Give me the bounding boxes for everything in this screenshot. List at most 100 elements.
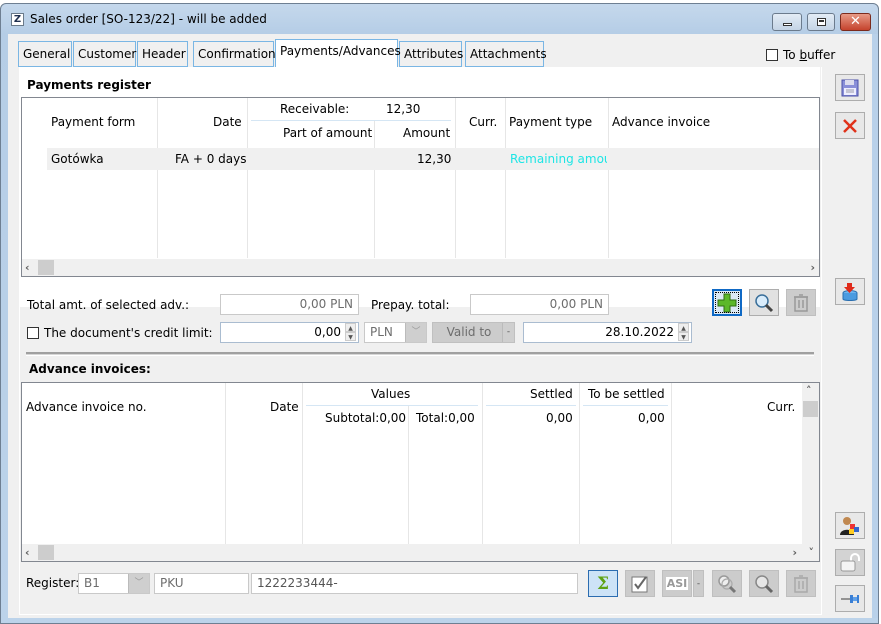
magnifier-icon: [755, 574, 774, 593]
import-button[interactable]: [835, 278, 865, 305]
tab-general[interactable]: General: [18, 41, 72, 67]
user-switch-button[interactable]: [835, 512, 865, 539]
settled-sum: 0,00: [546, 411, 573, 425]
asi-dropdown-button[interactable]: -: [693, 570, 704, 597]
restore-button[interactable]: [807, 13, 835, 31]
section-separator: [26, 352, 814, 356]
to-be-settled-sum: 0,00: [638, 411, 665, 425]
padlock-open-icon: [840, 552, 860, 571]
col-adv-currency[interactable]: Curr.: [767, 400, 795, 414]
col-adv-date[interactable]: Date: [270, 400, 299, 414]
credit-limit-spinner[interactable]: ▲ ▼: [345, 323, 356, 342]
tab-attributes[interactable]: Attributes: [399, 41, 463, 67]
col-payment-type[interactable]: Payment type: [509, 115, 592, 129]
delete-button-bottom[interactable]: [786, 570, 816, 597]
tab-header[interactable]: Header: [137, 41, 188, 67]
plus-icon: [717, 293, 737, 312]
col-advance-invoice[interactable]: Advance invoice: [612, 115, 710, 129]
valid-to-dropdown-icon[interactable]: -: [502, 323, 514, 342]
col-date[interactable]: Date: [213, 115, 242, 129]
chevron-down-icon[interactable]: ﹀: [128, 574, 149, 593]
dropdown-icon: -: [696, 578, 701, 589]
advance-horizontal-scrollbar[interactable]: ‹ › ˅: [22, 544, 819, 561]
register-label: Register:: [26, 576, 80, 590]
payments-horizontal-scrollbar[interactable]: ‹ ›: [22, 259, 819, 276]
scroll-left-icon[interactable]: ‹: [25, 544, 30, 561]
pin-button[interactable]: [835, 585, 865, 612]
scroll-right-icon[interactable]: ›: [810, 259, 815, 276]
prepay-total-label: Prepay. total:: [371, 298, 450, 312]
sum-button[interactable]: Σ: [588, 570, 618, 597]
payments-advances-panel: Payments register Payment form Date Rece…: [19, 67, 822, 615]
preview-button-bottom[interactable]: [749, 570, 779, 597]
credit-limit-checkbox[interactable]: The document's credit limit:: [27, 326, 213, 340]
scroll-down-icon[interactable]: ˅: [809, 544, 815, 561]
minimize-button[interactable]: [772, 13, 802, 31]
app-logo-icon: Z: [11, 13, 24, 26]
valid-to-date-input[interactable]: 28.10.2022 ▲ ▼: [523, 322, 692, 343]
prepay-total-field: 0,00 PLN: [470, 294, 609, 315]
col-advance-invoice-no[interactable]: Advance invoice no.: [26, 400, 147, 414]
col-settled[interactable]: Settled: [530, 387, 573, 401]
col-to-be-settled[interactable]: To be settled: [588, 387, 665, 401]
total-selected-field: 0,00 PLN: [220, 294, 359, 315]
advance-invoices-title: Advance invoices:: [29, 362, 151, 376]
col-amount[interactable]: Amount: [403, 126, 450, 140]
subtotal-sum: Subtotal:0,00: [325, 411, 407, 425]
to-buffer-checkbox[interactable]: To buffer: [766, 48, 835, 62]
credit-limit-checkbox-box[interactable]: [27, 327, 39, 339]
col-payment-form[interactable]: Payment form: [51, 115, 135, 129]
pushpin-icon: [841, 594, 859, 603]
register-symbol-field: PKU: [154, 573, 249, 594]
red-x-icon: [843, 118, 857, 133]
row-payment-type: Remaining amou: [510, 152, 607, 166]
scroll-left-icon[interactable]: ‹: [25, 259, 30, 276]
currency-select[interactable]: PLN ﹀: [364, 322, 427, 343]
tab-customer[interactable]: Customer: [73, 41, 136, 67]
register-select[interactable]: B1 ﹀: [78, 573, 150, 594]
select-all-button[interactable]: [625, 570, 655, 597]
asi-button[interactable]: ASI: [662, 570, 692, 597]
advance-vertical-scrollbar[interactable]: ˄ ˅: [802, 383, 819, 559]
preview-button[interactable]: [749, 289, 779, 316]
col-values[interactable]: Values: [371, 387, 410, 401]
payments-register-title: Payments register: [27, 78, 151, 92]
sigma-icon: Σ: [596, 573, 610, 594]
floppy-disk-icon: [841, 79, 859, 96]
date-spinner[interactable]: ▲ ▼: [678, 323, 689, 342]
tab-payments-advances[interactable]: Payments/Advances: [275, 39, 401, 67]
cancel-button[interactable]: [835, 112, 865, 139]
scroll-thumb[interactable]: [38, 545, 54, 560]
unlock-button[interactable]: [835, 549, 865, 576]
valid-to-button[interactable]: Valid to -: [432, 322, 515, 343]
receivable-label: Receivable:: [280, 102, 350, 116]
user-swap-icon: [840, 516, 859, 535]
row-date: FA + 0 days: [175, 152, 247, 166]
window-client-area: General Customer Header Confirmation Pay…: [8, 34, 874, 618]
col-part-of-amount[interactable]: Part of amount: [283, 126, 372, 140]
advance-invoices-grid: Advance invoice no. Date Values Subtotal…: [21, 382, 820, 562]
scroll-thumb[interactable]: [38, 260, 54, 275]
save-button[interactable]: [835, 74, 865, 101]
title-bar[interactable]: Z Sales order [SO-123/22] - will be adde…: [1, 4, 878, 34]
magnifier-double-icon: [718, 574, 737, 593]
close-button[interactable]: ✕: [840, 13, 871, 31]
find-button[interactable]: [712, 570, 742, 597]
asi-icon: ASI: [665, 577, 689, 590]
scroll-thumb[interactable]: [803, 401, 818, 417]
scroll-right-icon[interactable]: ›: [792, 544, 797, 561]
to-buffer-label: To buffer: [783, 48, 836, 62]
row-payment-form: Gotówka: [51, 152, 104, 166]
col-currency[interactable]: Curr.: [469, 115, 497, 129]
row-amount: 12,30: [417, 152, 452, 166]
sales-order-window: Z Sales order [SO-123/22] - will be adde…: [0, 3, 879, 624]
register-account-field: 1222233444-: [251, 573, 578, 594]
chevron-down-icon[interactable]: ﹀: [405, 323, 426, 342]
tab-attachments[interactable]: Attachments: [465, 41, 547, 67]
tab-confirmation[interactable]: Confirmation: [193, 41, 276, 67]
credit-limit-input[interactable]: 0,00 ▲ ▼: [220, 322, 359, 343]
delete-button[interactable]: [786, 289, 816, 316]
to-buffer-checkbox-box[interactable]: [766, 49, 778, 61]
scroll-up-icon[interactable]: ˄: [806, 383, 812, 399]
add-button[interactable]: [712, 289, 742, 316]
